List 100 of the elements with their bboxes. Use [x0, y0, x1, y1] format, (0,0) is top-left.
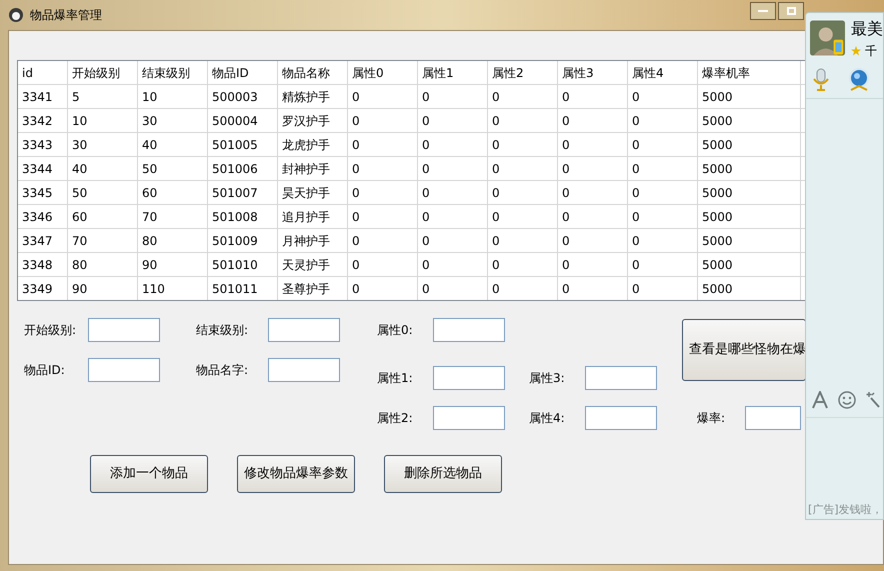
table-cell: 3345	[18, 181, 68, 204]
action-button[interactable]: 删除所选物品	[384, 455, 502, 493]
table-cell: 追月护手	[278, 205, 348, 228]
table-cell: 3348	[18, 253, 68, 276]
table-cell: 0	[628, 253, 698, 276]
font-icon[interactable]	[812, 391, 828, 409]
table-cell: 0	[558, 85, 628, 108]
table-cell: 0	[418, 133, 488, 156]
attribute-field[interactable]	[433, 366, 505, 390]
end-level-field[interactable]	[268, 318, 340, 342]
table-cell: 110	[138, 277, 208, 300]
table-cell: 0	[348, 277, 418, 300]
table-cell: 0	[348, 85, 418, 108]
table-cell: 5000	[698, 253, 801, 276]
start-level-field[interactable]	[88, 318, 160, 342]
table-cell: 0	[628, 181, 698, 204]
table-cell: 3343	[18, 133, 68, 156]
field-label: 属性2:	[377, 410, 414, 427]
star-icon	[851, 46, 861, 56]
table-cell: 0	[348, 181, 418, 204]
minimize-button[interactable]	[750, 2, 776, 20]
table-cell: 圣尊护手	[278, 277, 348, 300]
table-cell: 3346	[18, 205, 68, 228]
column-header[interactable]: 属性2	[488, 61, 558, 84]
table-cell: 0	[488, 253, 558, 276]
action-button[interactable]: 查看是哪些怪物在爆	[682, 319, 806, 381]
table-cell: 0	[348, 109, 418, 132]
table-cell: 501006	[208, 157, 278, 180]
maximize-button[interactable]	[778, 2, 804, 20]
table-cell: 0	[488, 157, 558, 180]
table-cell: 0	[558, 181, 628, 204]
table-cell: 0	[348, 133, 418, 156]
app-icon	[8, 7, 24, 23]
table-cell: 70	[138, 205, 208, 228]
table-cell: 0	[628, 205, 698, 228]
attribute-field[interactable]	[585, 366, 657, 390]
table-cell: 501011	[208, 277, 278, 300]
table-cell: 0	[418, 229, 488, 252]
table-cell: 0	[558, 277, 628, 300]
table-cell: 0	[558, 109, 628, 132]
table-cell: 50	[68, 181, 138, 204]
table-cell: 5000	[698, 205, 801, 228]
table-cell: 0	[628, 277, 698, 300]
table-cell: 501005	[208, 133, 278, 156]
column-header[interactable]: 属性4	[628, 61, 698, 84]
column-header[interactable]: 属性3	[558, 61, 628, 84]
table-cell: 0	[488, 277, 558, 300]
action-button[interactable]: 添加一个物品	[90, 455, 208, 493]
table-cell: 0	[558, 253, 628, 276]
status-text: 千	[865, 43, 877, 60]
table-cell: 5000	[698, 133, 801, 156]
field-label: 属性3:	[529, 370, 566, 387]
column-header[interactable]: 物品ID	[208, 61, 278, 84]
table-cell: 60	[68, 205, 138, 228]
table-cell: 80	[138, 229, 208, 252]
attribute-field[interactable]	[433, 318, 505, 342]
table-cell: 昊天护手	[278, 181, 348, 204]
table-cell: 3349	[18, 277, 68, 300]
table-cell: 80	[68, 253, 138, 276]
attribute-field[interactable]	[433, 406, 505, 430]
table-cell: 0	[418, 109, 488, 132]
table-cell: 0	[628, 229, 698, 252]
table-cell: 0	[558, 229, 628, 252]
table-cell: 天灵护手	[278, 253, 348, 276]
action-button[interactable]: 修改物品爆率参数	[237, 455, 355, 493]
table-cell: 10	[68, 109, 138, 132]
avatar-icon	[810, 18, 845, 58]
table-cell: 0	[628, 85, 698, 108]
camera-icon[interactable]	[848, 68, 870, 92]
table-cell: 10	[138, 85, 208, 108]
table-cell: 0	[418, 157, 488, 180]
table-cell: 60	[138, 181, 208, 204]
table-cell: 500003	[208, 85, 278, 108]
contact-name: 最美	[851, 18, 883, 40]
column-header[interactable]: id	[18, 61, 68, 84]
field-label: 物品ID:	[24, 362, 66, 379]
item-id-field[interactable]	[88, 358, 160, 382]
table-cell: 0	[628, 133, 698, 156]
table-cell: 50	[138, 157, 208, 180]
attribute-field[interactable]	[585, 406, 657, 430]
item-name-field[interactable]	[268, 358, 340, 382]
column-header[interactable]: 结束级别	[138, 61, 208, 84]
table-cell: 0	[488, 205, 558, 228]
drop-rate-field[interactable]	[745, 406, 801, 430]
field-label: 结束级别:	[196, 322, 250, 339]
table-cell: 0	[488, 85, 558, 108]
column-header[interactable]: 开始级别	[68, 61, 138, 84]
microphone-icon[interactable]	[812, 68, 830, 92]
field-label: 物品名字:	[196, 362, 250, 379]
column-header[interactable]: 爆率机率	[698, 61, 801, 84]
table-cell: 0	[558, 205, 628, 228]
column-header[interactable]: 属性1	[418, 61, 488, 84]
smiley-icon[interactable]	[838, 391, 856, 409]
table-cell: 501008	[208, 205, 278, 228]
magic-wand-icon[interactable]	[866, 392, 880, 408]
column-header[interactable]: 物品名称	[278, 61, 348, 84]
table-cell: 封神护手	[278, 157, 348, 180]
column-header[interactable]: 属性0	[348, 61, 418, 84]
table-cell: 30	[68, 133, 138, 156]
table-cell: 5	[68, 85, 138, 108]
